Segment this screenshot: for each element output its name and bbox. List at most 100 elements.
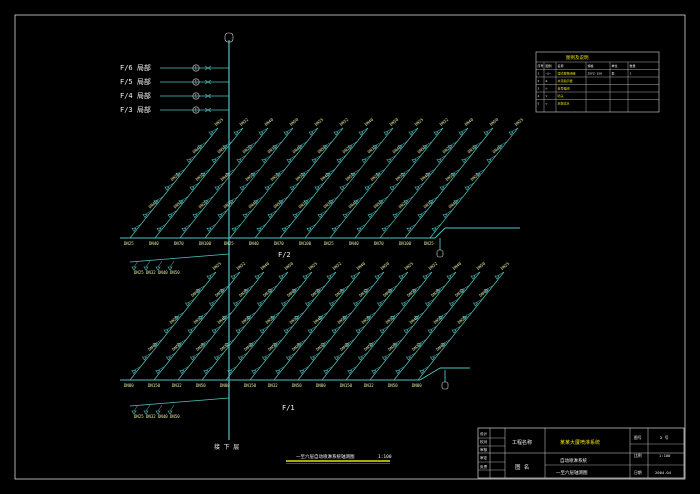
sprinkler-drop	[488, 155, 497, 160]
sprinkler-drop	[294, 285, 302, 290]
sprinkler-drop	[277, 169, 286, 174]
sign-label-3: 审核	[480, 447, 488, 452]
sprinkler-drop	[328, 271, 337, 277]
subtitle-scale: 1:100	[378, 454, 392, 460]
sprinkler-drop	[408, 352, 416, 358]
drawing-no: 2 号	[660, 435, 669, 440]
sprinkler-drop	[275, 339, 283, 344]
legend-header-cell: 单位	[612, 63, 618, 68]
sprinkler-drop	[183, 224, 192, 229]
cross-main-size: DN40	[149, 241, 159, 246]
sheet-name-1: 自动喷淋系统	[560, 457, 587, 464]
branch-size-label: DN40	[286, 288, 297, 298]
sprinkler-drop	[285, 325, 294, 331]
floor-label-5: F/5 局部	[120, 77, 151, 86]
sprinkler-drop	[342, 285, 350, 290]
sprinkler-drop	[216, 182, 225, 188]
branch-size-label: DN50	[476, 261, 487, 271]
sprinkler-drop	[270, 285, 278, 290]
sprinkler-drop	[438, 285, 446, 290]
branch-size-label: DN50	[241, 315, 252, 325]
sprinkler-drop	[363, 155, 372, 160]
branch-size-label: DN25	[291, 342, 302, 352]
sprinkler-drop	[222, 285, 230, 290]
branch-size-label: DN40	[243, 342, 254, 352]
sprinkler-drop	[313, 155, 322, 160]
sprinkler-drop	[440, 312, 448, 317]
legend-cell: ZSFZ-150	[588, 72, 603, 76]
bypass-size-label: DN32	[146, 270, 156, 275]
scale-value: 1:100	[659, 453, 671, 458]
sprinkler-drop	[288, 155, 297, 160]
sprinkler-drop	[240, 352, 248, 358]
end-test-valve	[436, 249, 444, 258]
sprinkler-drop	[244, 210, 253, 215]
sprinkler-drop	[283, 224, 292, 229]
legend-cell: ▽	[546, 94, 548, 98]
sprinkler-drop	[462, 285, 470, 290]
sprinkler-drop	[360, 352, 368, 358]
legend-cell: 水流指示器	[558, 78, 573, 83]
cross-main-size: DN80	[220, 383, 230, 388]
sprinkler-drop	[496, 271, 505, 277]
sprinkler-drop	[443, 339, 451, 344]
legend-cell: ⊙	[546, 87, 548, 91]
sprinkler-drop	[438, 155, 447, 160]
branch-size-label: DN25	[430, 288, 441, 298]
sprinkler-drop	[213, 325, 222, 331]
branch-size-label: DN40	[409, 315, 420, 325]
branch-size-label: DN32	[358, 288, 369, 298]
sprinkler-drop	[395, 339, 403, 344]
legend-cell: 4	[538, 94, 540, 98]
sprinkler-drop	[299, 141, 308, 146]
pipe-network: 1111DN25DN40DN25DN40DN25DN40DN50DN32DN50…	[120, 32, 525, 440]
sign-label-4: 审定	[480, 455, 488, 460]
branch-size-label: DN25	[265, 315, 276, 325]
sprinkler-drop	[168, 352, 176, 358]
branch-size-label: DN50	[337, 315, 348, 325]
sprinkler-drop	[224, 312, 232, 317]
sprinkler-drop	[474, 141, 483, 146]
sprinkler-drop	[380, 196, 389, 201]
sprinkler-drop	[390, 285, 398, 290]
sprinkler-drop	[448, 271, 457, 277]
sprinkler-drop	[202, 169, 211, 174]
branch-size-label: DN40	[364, 117, 375, 127]
sprinkler-drop	[444, 210, 453, 215]
basement-note: 接 下 层	[214, 443, 239, 451]
sprinkler-drop	[253, 366, 261, 371]
sprinkler-drop	[280, 196, 289, 201]
sprinkler-drop	[355, 298, 363, 304]
sprinkler-drop	[338, 155, 347, 160]
cross-main-size: DN50	[292, 383, 302, 388]
sprinkler-drop	[464, 312, 472, 317]
legend-cell: ◇	[546, 102, 548, 106]
sprinkler-drop	[366, 182, 375, 188]
sprinkler-drop	[413, 155, 422, 160]
sprinkler-drop	[165, 325, 174, 331]
legend-cell: 喷头	[558, 93, 564, 98]
cross-main-size: DN80	[124, 383, 134, 388]
legend-header-cell: 序号	[538, 63, 544, 68]
sprinkler-drop	[205, 196, 214, 201]
branch-size-label: DN50	[489, 117, 500, 127]
floor-label-6: F/6 局部	[120, 63, 151, 72]
sprinkler-drop	[336, 352, 344, 358]
branch-size-label: DN50	[389, 117, 400, 127]
cross-main-size: DN50	[388, 383, 398, 388]
sprinkler-drop	[216, 352, 224, 358]
sprinkler-drop	[376, 271, 385, 277]
cross-main-size: DN25	[324, 241, 334, 246]
sprinkler-drop	[360, 127, 369, 133]
sprinkler-drop	[385, 127, 394, 133]
sprinkler-drop	[263, 155, 272, 160]
branch-size-label: DN25	[387, 342, 398, 352]
end-test-valve	[441, 381, 449, 390]
legend-table: 图例及说明 序号 图例 名称 规格 单位 数量 1 —◯— 湿式报警阀组 ZSFZ-150 套 1 2 ⊗…	[535, 51, 660, 113]
sprinkler-drop	[157, 366, 165, 371]
sprinkler-drop	[320, 312, 328, 317]
sprinkler-drop	[335, 127, 344, 133]
branch-size-label: DN50	[289, 117, 300, 127]
cross-main-size: DN32	[364, 383, 374, 388]
branch-size-label: DN40	[260, 261, 271, 271]
